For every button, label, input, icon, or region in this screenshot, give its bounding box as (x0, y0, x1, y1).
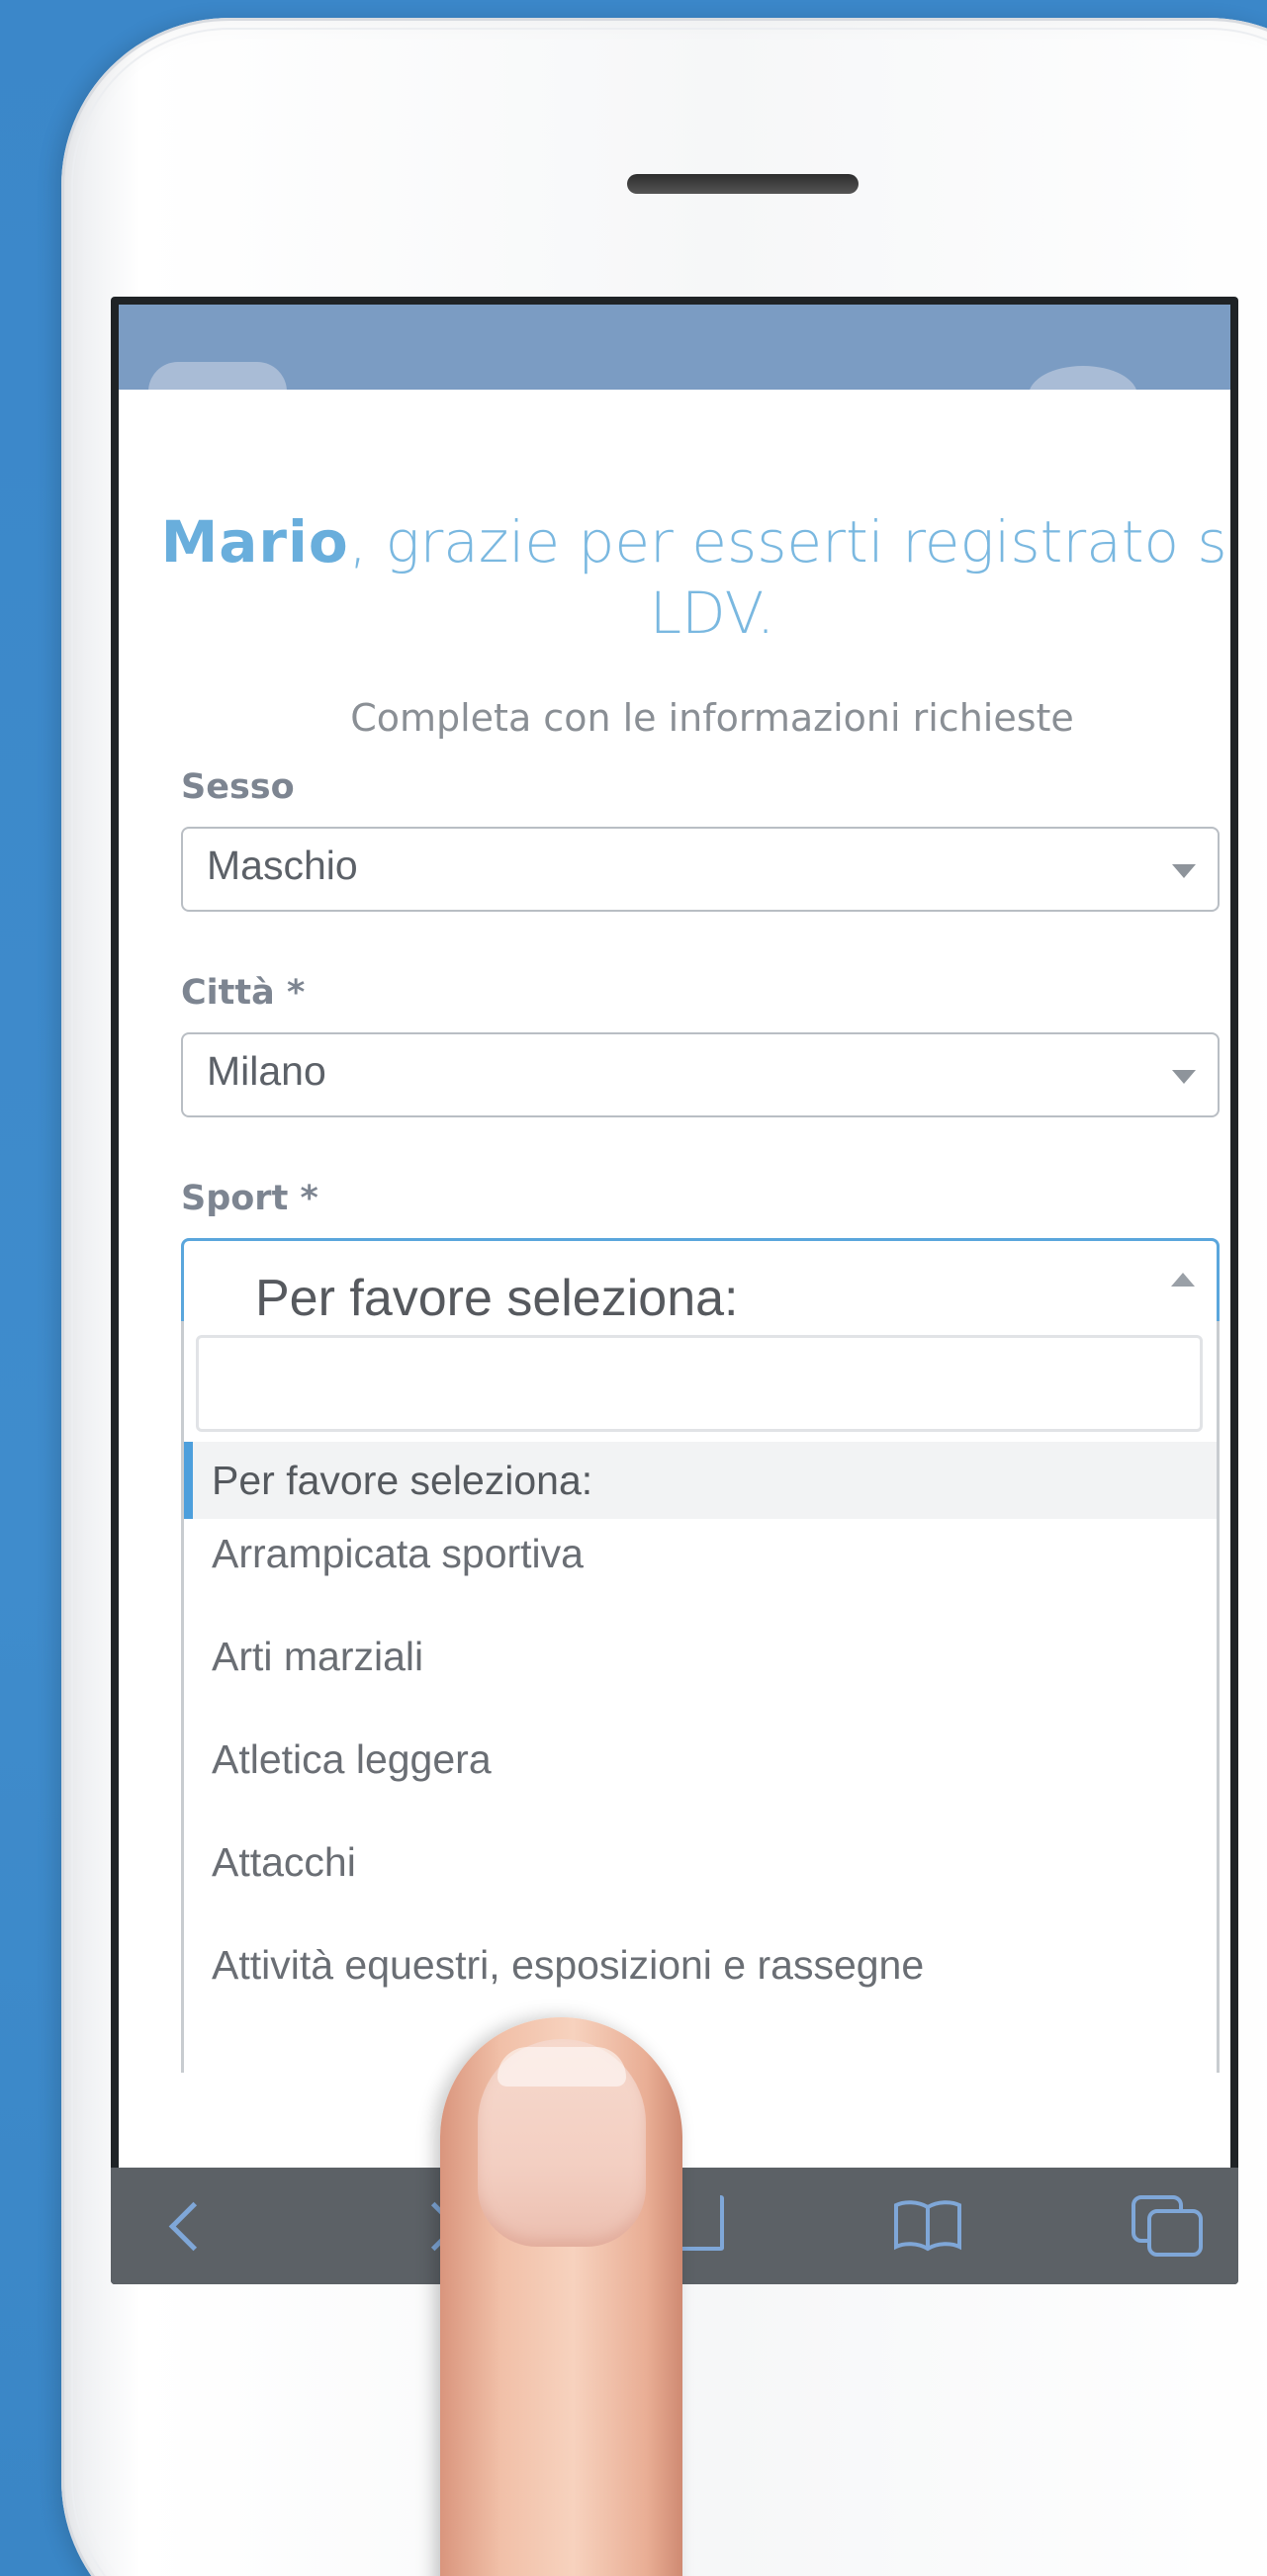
dropdown-option[interactable]: Attività equestri, esposizioni e rassegn… (184, 1926, 1217, 2003)
dropdown-option[interactable]: Atletica leggera (184, 1721, 1217, 1798)
sesso-value: Maschio (207, 843, 358, 888)
sesso-select[interactable]: Maschio (181, 827, 1220, 912)
phone-screen: Mario, grazie per esserti registrato su … (111, 297, 1238, 2284)
citta-value: Milano (207, 1048, 326, 1094)
browser-top-bar (119, 305, 1230, 425)
dropdown-option[interactable]: Arti marziali (184, 1618, 1217, 1695)
chevron-up-icon (1171, 1273, 1195, 1287)
back-icon[interactable] (168, 2201, 219, 2252)
fingernail (478, 2039, 646, 2247)
sport-value: Per favore seleziona: (255, 1270, 739, 1327)
user-name: Mario (160, 508, 349, 576)
sport-select[interactable]: Per favore seleziona: (181, 1238, 1220, 1327)
sesso-label: Sesso (181, 767, 295, 807)
chevron-down-icon (1172, 864, 1196, 878)
sport-dropdown: Per favore seleziona: Arrampicata sporti… (181, 1321, 1220, 2073)
registration-page: Mario, grazie per esserti registrato su … (119, 390, 1230, 2168)
title-text: , grazie per esserti registrato su LDV. (348, 508, 1230, 647)
finger-image (440, 2017, 682, 2576)
dropdown-option[interactable]: Per favore seleziona: (184, 1442, 1217, 1519)
dropdown-search-input[interactable] (196, 1335, 1203, 1432)
tabs-icon[interactable] (1130, 2193, 1205, 2259)
chevron-down-icon (1172, 1070, 1196, 1084)
sport-label: Sport * (181, 1179, 318, 1218)
phone-speaker (627, 174, 859, 194)
dropdown-option[interactable]: Attacchi (184, 1823, 1217, 1901)
page-title: Mario, grazie per esserti registrato su … (158, 506, 1230, 649)
citta-select[interactable]: Milano (181, 1032, 1220, 1117)
citta-label: Città * (181, 973, 306, 1013)
dropdown-option[interactable]: Arrampicata sportiva (184, 1515, 1217, 1592)
stage: Mario, grazie per esserti registrato su … (0, 0, 1267, 2576)
bookmarks-icon[interactable] (892, 2197, 963, 2253)
page-subtitle: Completa con le informazioni richieste (350, 696, 1074, 740)
fingernail-tip (498, 2047, 626, 2087)
